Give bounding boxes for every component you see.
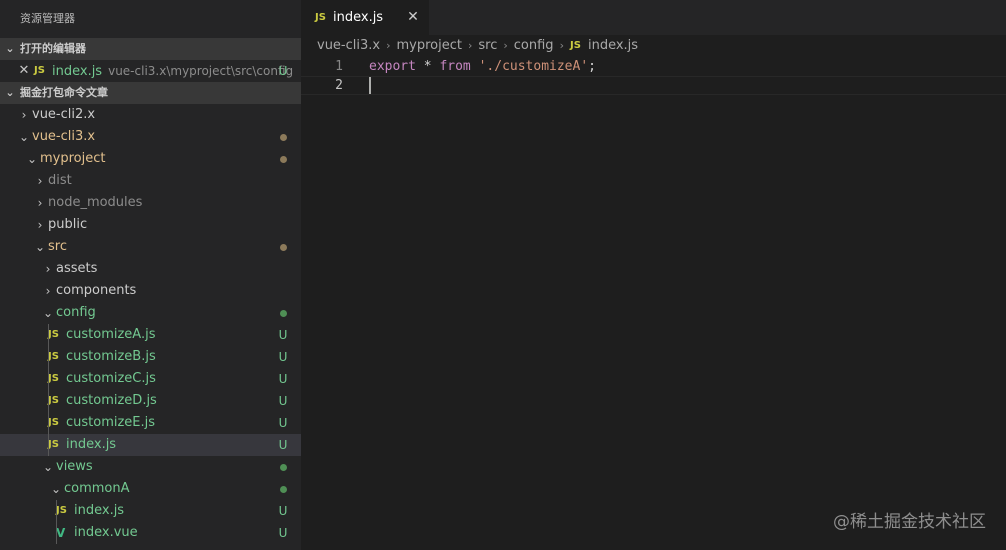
close-icon[interactable]: ✕ bbox=[407, 0, 419, 35]
chevron-right-icon: › bbox=[45, 262, 51, 276]
js-file-icon: JS bbox=[34, 65, 45, 76]
explorer-title: 资源管理器 bbox=[20, 12, 75, 25]
tree-item-src[interactable]: ⌄ src bbox=[0, 236, 301, 258]
chevron-right-icon: › bbox=[37, 196, 43, 210]
breadcrumb: vue-cli3.x › myproject › src › config › … bbox=[301, 35, 1006, 57]
tree-item-commonA-index-vue[interactable]: V index.vue U bbox=[0, 522, 301, 544]
git-status-untracked: U bbox=[278, 350, 288, 364]
git-status-untracked: U bbox=[278, 504, 288, 518]
tree-item-customizeE[interactable]: JS customizeE.js U bbox=[0, 412, 301, 434]
tab-label: index.js bbox=[333, 10, 384, 25]
git-status-modified bbox=[273, 148, 293, 170]
text-cursor bbox=[369, 77, 371, 94]
tree-item-node-modules[interactable]: › node_modules bbox=[0, 192, 301, 214]
vue-file-icon: V bbox=[56, 526, 66, 540]
git-status-new bbox=[273, 478, 293, 500]
chevron-right-icon: › bbox=[37, 218, 43, 232]
tree-item-views[interactable]: ⌄ views bbox=[0, 456, 301, 478]
code-line-current: 2 bbox=[301, 76, 1006, 95]
tree-item-components[interactable]: › components bbox=[0, 280, 301, 302]
chevron-right-icon: › bbox=[37, 174, 43, 188]
line-number: 2 bbox=[335, 78, 343, 93]
breadcrumb-item[interactable]: src bbox=[478, 35, 497, 57]
line-number: 1 bbox=[335, 59, 343, 74]
git-status-new bbox=[273, 456, 293, 478]
chevron-down-icon: ⌄ bbox=[5, 86, 15, 99]
tree-item-customizeD[interactable]: JS customizeD.js U bbox=[0, 390, 301, 412]
chevron-right-icon: › bbox=[467, 39, 473, 52]
git-status-new bbox=[273, 302, 293, 324]
watermark: @稀土掘金技术社区 bbox=[833, 512, 986, 532]
tree-item-customizeC[interactable]: JS customizeC.js U bbox=[0, 368, 301, 390]
chevron-down-icon: ⌄ bbox=[50, 482, 62, 496]
js-file-icon: JS bbox=[315, 12, 326, 23]
editor-tab-bar: JS index.js ✕ bbox=[301, 0, 1006, 35]
js-file-icon: JS bbox=[56, 505, 67, 516]
tree-item-vue-cli3[interactable]: ⌄ vue-cli3.x bbox=[0, 126, 301, 148]
git-status-modified bbox=[273, 236, 293, 258]
explorer-sidebar: 资源管理器 ⌄ 打开的编辑器 ✕ JS index.js vue-cli3.x\m… bbox=[0, 0, 301, 550]
tree-item-customizeB[interactable]: JS customizeB.js U bbox=[0, 346, 301, 368]
js-file-icon: JS bbox=[48, 417, 59, 428]
git-status-untracked: U bbox=[278, 526, 288, 540]
breadcrumb-item[interactable]: myproject bbox=[397, 35, 462, 57]
breadcrumb-item[interactable]: index.js bbox=[588, 35, 638, 57]
git-status-untracked: U bbox=[278, 372, 288, 386]
git-status-untracked: U bbox=[278, 64, 288, 78]
open-editor-item[interactable]: ✕ JS index.js vue-cli3.x\myproject\src\co… bbox=[0, 60, 301, 82]
workspace-title: 掘金打包命令文章 bbox=[20, 86, 108, 99]
code-text: export * from './customizeA'; bbox=[369, 59, 596, 74]
chevron-down-icon: ⌄ bbox=[5, 42, 15, 55]
breadcrumb-item[interactable]: vue-cli3.x bbox=[317, 35, 380, 57]
tab-index-js[interactable]: JS index.js ✕ bbox=[301, 0, 429, 35]
tree-item-config-index-js[interactable]: JS index.js U bbox=[0, 434, 301, 456]
js-file-icon: JS bbox=[48, 329, 59, 340]
chevron-down-icon: ⌄ bbox=[42, 460, 54, 474]
breadcrumb-item[interactable]: config bbox=[514, 35, 554, 57]
tree-item-vue-cli2[interactable]: › vue-cli2.x bbox=[0, 104, 301, 126]
tree-item-customizeA[interactable]: JS customizeA.js U bbox=[0, 324, 301, 346]
tree-item-myproject[interactable]: ⌄ myproject bbox=[0, 148, 301, 170]
open-editors-title: 打开的编辑器 bbox=[20, 42, 86, 55]
chevron-right-icon: › bbox=[386, 39, 391, 52]
chevron-right-icon: › bbox=[503, 39, 508, 52]
tree-item-commonA-index-js[interactable]: JS index.js U bbox=[0, 500, 301, 522]
git-status-untracked: U bbox=[278, 438, 288, 452]
chevron-down-icon: ⌄ bbox=[34, 240, 46, 254]
chevron-right-icon: › bbox=[45, 284, 51, 298]
open-editor-filename: index.js vue-cli3.x\myproject\src\config bbox=[52, 63, 294, 79]
js-file-icon: JS bbox=[48, 373, 59, 384]
tree-item-commonA[interactable]: ⌄ commonA bbox=[0, 478, 301, 500]
git-status-modified bbox=[273, 126, 293, 148]
tree-item-assets[interactable]: › assets bbox=[0, 258, 301, 280]
chevron-down-icon: ⌄ bbox=[26, 152, 38, 166]
code-editor[interactable]: 1 export * from './customizeA'; 2 bbox=[301, 57, 1006, 550]
git-status-untracked: U bbox=[278, 394, 288, 408]
js-file-icon: JS bbox=[48, 439, 59, 450]
js-file-icon: JS bbox=[48, 351, 59, 362]
tree-item-public[interactable]: › public bbox=[0, 214, 301, 236]
chevron-right-icon: › bbox=[559, 39, 564, 52]
git-status-untracked: U bbox=[278, 328, 288, 342]
chevron-down-icon: ⌄ bbox=[42, 306, 54, 320]
chevron-down-icon: ⌄ bbox=[18, 130, 30, 144]
close-icon[interactable]: ✕ bbox=[0, 60, 34, 82]
workspace-header[interactable]: ⌄ 掘金打包命令文章 bbox=[0, 82, 301, 104]
code-line: 1 export * from './customizeA'; bbox=[301, 57, 1006, 76]
tree-item-dist[interactable]: › dist bbox=[0, 170, 301, 192]
js-file-icon: JS bbox=[48, 395, 59, 406]
chevron-right-icon: › bbox=[21, 108, 27, 122]
js-file-icon: JS bbox=[569, 40, 581, 51]
tree-item-config[interactable]: ⌄ config bbox=[0, 302, 301, 324]
open-editors-header[interactable]: ⌄ 打开的编辑器 bbox=[0, 38, 301, 60]
git-status-untracked: U bbox=[278, 416, 288, 430]
